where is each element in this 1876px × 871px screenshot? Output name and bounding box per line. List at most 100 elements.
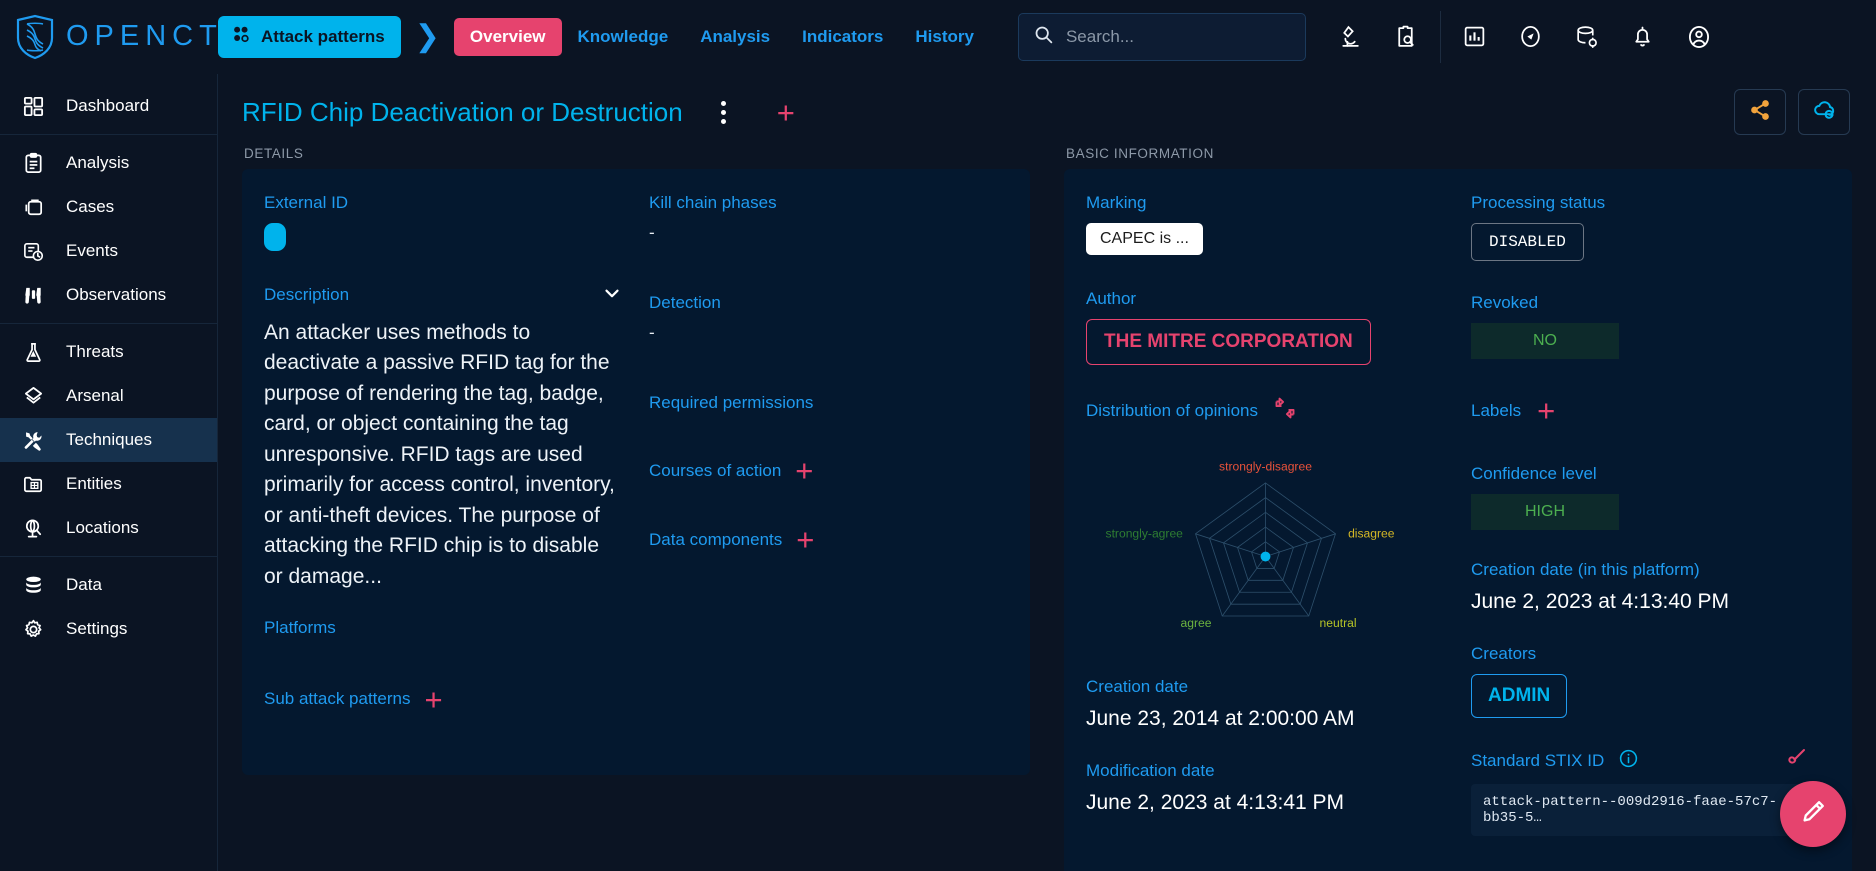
marking-label: Marking — [1086, 193, 1147, 212]
attack-pattern-icon — [231, 24, 252, 50]
sidebar-item-dashboard[interactable]: Dashboard — [0, 84, 217, 128]
sidebar-item-techniques[interactable]: Techniques — [0, 418, 217, 462]
basic-left-column: Marking CAPEC is ... Author THE MITRE CO… — [1086, 193, 1445, 862]
microscope-icon[interactable] — [1322, 0, 1378, 74]
bar-chart-icon[interactable] — [1447, 0, 1503, 74]
search-input[interactable] — [1065, 26, 1291, 47]
breadcrumb-chip-label: Attack patterns — [261, 26, 385, 46]
brand-name: OPENCTI — [66, 20, 237, 52]
processing-status-label: Processing status — [1471, 193, 1606, 212]
external-id-chip[interactable] — [264, 223, 286, 251]
share-button[interactable] — [1734, 89, 1786, 135]
sidebar-label: Threats — [66, 342, 124, 361]
marking-chip[interactable]: CAPEC is ... — [1086, 223, 1203, 255]
brand-logo-area[interactable]: OPENCTI — [0, 14, 231, 60]
basic-information-panel: Marking CAPEC is ... Author THE MITRE CO… — [1064, 169, 1852, 871]
tab-overview[interactable]: Overview — [453, 17, 562, 56]
toolbar-divider — [1439, 10, 1441, 63]
search-icon — [1033, 24, 1054, 50]
author-chip[interactable]: THE MITRE CORPORATION — [1086, 319, 1371, 365]
left-sidebar: Dashboard Analysis Cases Events Observat… — [0, 74, 218, 871]
sidebar-item-data[interactable]: Data — [0, 563, 217, 607]
sidebar-item-arsenal[interactable]: Arsenal — [0, 374, 217, 418]
sidebar-label: Observations — [66, 285, 167, 304]
chevron-down-icon[interactable] — [601, 282, 623, 308]
add-sub-attack-pattern-button[interactable]: + — [424, 684, 442, 715]
bell-icon[interactable] — [1615, 0, 1671, 74]
field-creation-date: Creation date June 23, 2014 at 2:00:00 A… — [1086, 677, 1445, 731]
sidebar-item-threats[interactable]: Threats — [0, 330, 217, 374]
gear-icon — [20, 616, 46, 642]
field-platforms: Platforms — [264, 618, 623, 638]
details-section-label: DETAILS — [244, 146, 304, 161]
more-options-button[interactable] — [707, 95, 741, 129]
sidebar-label: Events — [66, 241, 118, 260]
breadcrumb-chevron-icon: ❯ — [414, 19, 440, 53]
page-header: RFID Chip Deactivation or Destruction + — [242, 74, 1852, 136]
processing-status-chip[interactable]: DISABLED — [1471, 223, 1584, 261]
sidebar-item-locations[interactable]: Locations — [0, 506, 217, 550]
sidebar-label: Settings — [66, 619, 128, 638]
refresh-button[interactable] — [1798, 89, 1850, 135]
sidebar-label: Analysis — [66, 153, 130, 172]
revoked-value[interactable]: NO — [1471, 323, 1619, 359]
description-label: Description — [264, 285, 350, 304]
compass-icon[interactable] — [1503, 0, 1559, 74]
sidebar-label: Dashboard — [66, 96, 150, 115]
creation-date-label: Creation date — [1086, 677, 1189, 696]
radar-axis-label: strongly-agree — [1106, 526, 1184, 540]
tab-analysis[interactable]: Analysis — [684, 18, 786, 56]
tab-indicators[interactable]: Indicators — [786, 18, 899, 56]
paintbrush-icon[interactable] — [1784, 746, 1808, 775]
distribution-of-opinions-label: Distribution of opinions — [1086, 400, 1258, 420]
info-circle-icon[interactable] — [1618, 748, 1639, 774]
description-text: An attacker uses methods to deactivate a… — [264, 321, 615, 588]
field-external-id: External ID — [264, 193, 623, 256]
sidebar-label: Entities — [66, 474, 122, 493]
dashboard-icon — [20, 93, 46, 119]
sidebar-label: Arsenal — [66, 386, 124, 405]
sidebar-item-events[interactable]: Events — [0, 229, 217, 273]
database-gear-icon[interactable] — [1559, 0, 1615, 74]
basic-right-column: Processing status DISABLED Revoked NO La… — [1471, 193, 1830, 862]
edit-fab-button[interactable] — [1780, 781, 1846, 847]
sub-attack-patterns-label: Sub attack patterns — [264, 689, 411, 709]
clipboard-icon — [20, 150, 46, 176]
sidebar-item-observations[interactable]: Observations — [0, 273, 217, 317]
sidebar-item-entities[interactable]: Entities — [0, 462, 217, 506]
confidence-level-value[interactable]: HIGH — [1471, 494, 1619, 530]
platforms-label: Platforms — [264, 617, 336, 637]
tab-history[interactable]: History — [899, 18, 990, 56]
creator-chip[interactable]: ADMIN — [1471, 674, 1568, 718]
sidebar-group-1: Dashboard — [0, 78, 217, 135]
opencti-shield-dna-icon — [14, 14, 56, 60]
tab-knowledge[interactable]: Knowledge — [562, 18, 685, 56]
tools-icon — [20, 427, 46, 453]
add-data-component-button[interactable]: + — [796, 524, 814, 555]
account-circle-icon[interactable] — [1671, 0, 1727, 74]
add-course-of-action-button[interactable]: + — [795, 455, 813, 486]
field-modification-date: Modification date June 2, 2023 at 4:13:4… — [1086, 761, 1445, 815]
radar-axis-label: strongly-disagree — [1219, 459, 1312, 473]
thumbs-opinion-icon[interactable] — [1272, 395, 1298, 426]
sidebar-label: Data — [66, 575, 102, 594]
breadcrumb-attack-patterns[interactable]: Attack patterns — [218, 15, 401, 58]
page-title: RFID Chip Deactivation or Destruction — [242, 96, 683, 127]
revoked-label: Revoked — [1471, 293, 1539, 312]
creators-label: Creators — [1471, 644, 1537, 663]
global-search[interactable] — [1017, 12, 1306, 61]
basic-information-column: BASIC INFORMATION Marking CAPEC is ... A… — [1064, 136, 1852, 871]
sidebar-item-analysis[interactable]: Analysis — [0, 141, 217, 185]
radar-axis-label: agree — [1180, 616, 1211, 630]
standard-stix-id-label: Standard STIX ID — [1471, 751, 1605, 770]
sidebar-group-2: Analysis Cases Events Observations — [0, 135, 217, 324]
standard-stix-id-value-box[interactable]: attack-pattern--009d2916-faae-57c7-bb35-… — [1471, 784, 1830, 836]
labels-label: Labels — [1471, 400, 1522, 420]
add-entity-button[interactable]: + — [777, 97, 795, 128]
add-label-button[interactable]: + — [1537, 395, 1555, 426]
kill-chain-phases-label: Kill chain phases — [649, 193, 777, 212]
sidebar-item-cases[interactable]: Cases — [0, 185, 217, 229]
clipboard-search-icon[interactable] — [1378, 0, 1434, 74]
courses-of-action-label: Courses of action — [649, 460, 782, 480]
sidebar-item-settings[interactable]: Settings — [0, 607, 217, 651]
